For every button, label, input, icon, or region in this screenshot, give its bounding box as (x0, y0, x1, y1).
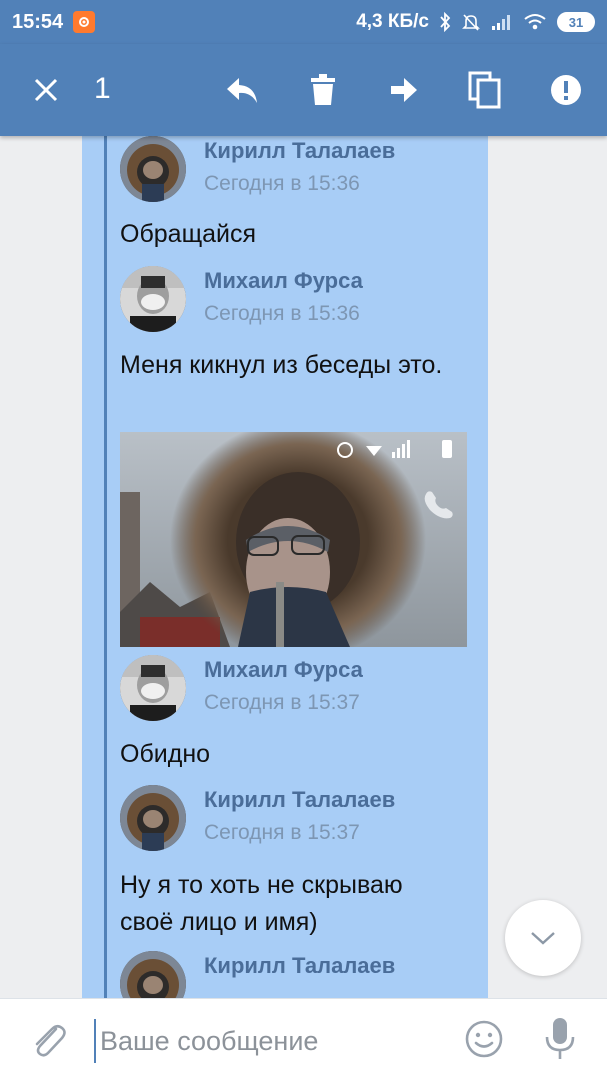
message-composer (0, 998, 607, 1080)
report-icon[interactable] (542, 66, 590, 114)
network-speed: 4,3 КБ/с (356, 11, 429, 32)
chevron-down-icon (531, 932, 555, 945)
message-author[interactable]: Кирилл Талалаев (204, 138, 395, 164)
reply-icon[interactable] (218, 66, 266, 114)
mute-icon (461, 12, 481, 32)
copy-icon[interactable] (461, 66, 509, 114)
delete-icon[interactable] (299, 66, 347, 114)
message-text: Обидно (120, 740, 211, 768)
message-time: Сегодня в 15:37 (204, 691, 360, 714)
message-time: Сегодня в 15:37 (204, 821, 360, 844)
emoji-icon[interactable] (462, 1017, 506, 1061)
notification-app-icon (73, 11, 96, 33)
signal-icon (491, 13, 513, 31)
close-icon[interactable] (22, 66, 70, 114)
mask-avatar[interactable] (120, 266, 186, 332)
status-indicators: 4,3 КБ/с 31 (356, 11, 595, 33)
photo-attachment[interactable] (120, 432, 467, 647)
message-text: Обращайся (120, 220, 257, 248)
bluetooth-icon (439, 12, 451, 32)
selection-toolbar: 1 (0, 44, 607, 136)
message-input[interactable] (94, 1019, 434, 1063)
battery-icon: 31 (557, 12, 595, 32)
message-text: Ну я то хоть не скрываю своё лицо и имя) (120, 871, 403, 936)
message-author[interactable]: Кирилл Талалаев (204, 787, 395, 813)
status-time: 15:54 (12, 10, 64, 33)
message-author[interactable]: Михаил Фурса (204, 657, 363, 683)
hood-avatar[interactable] (120, 136, 186, 202)
hood-avatar[interactable] (120, 785, 186, 851)
message-list[interactable]: Кирилл Талалаев Сегодня в 15:36 Обращайс… (0, 136, 607, 998)
mask-avatar[interactable] (120, 655, 186, 721)
message-author[interactable]: Кирилл Талалаев (204, 953, 395, 979)
forward-icon[interactable] (380, 66, 428, 114)
forward-quote-bar (104, 136, 107, 998)
message-time: Сегодня в 15:36 (204, 302, 360, 325)
message-author[interactable]: Михаил Фурса (204, 268, 363, 294)
microphone-icon[interactable] (540, 1015, 580, 1063)
status-bar: 15:54 4,3 КБ/с 31 (0, 0, 607, 44)
attach-icon[interactable] (26, 1019, 70, 1063)
message-time: Сегодня в 15:36 (204, 172, 360, 195)
selected-count: 1 (94, 72, 111, 105)
scroll-down-button[interactable] (505, 900, 581, 976)
message-text: Меня кикнул из беседы это. (120, 351, 443, 379)
wifi-icon (523, 13, 547, 31)
